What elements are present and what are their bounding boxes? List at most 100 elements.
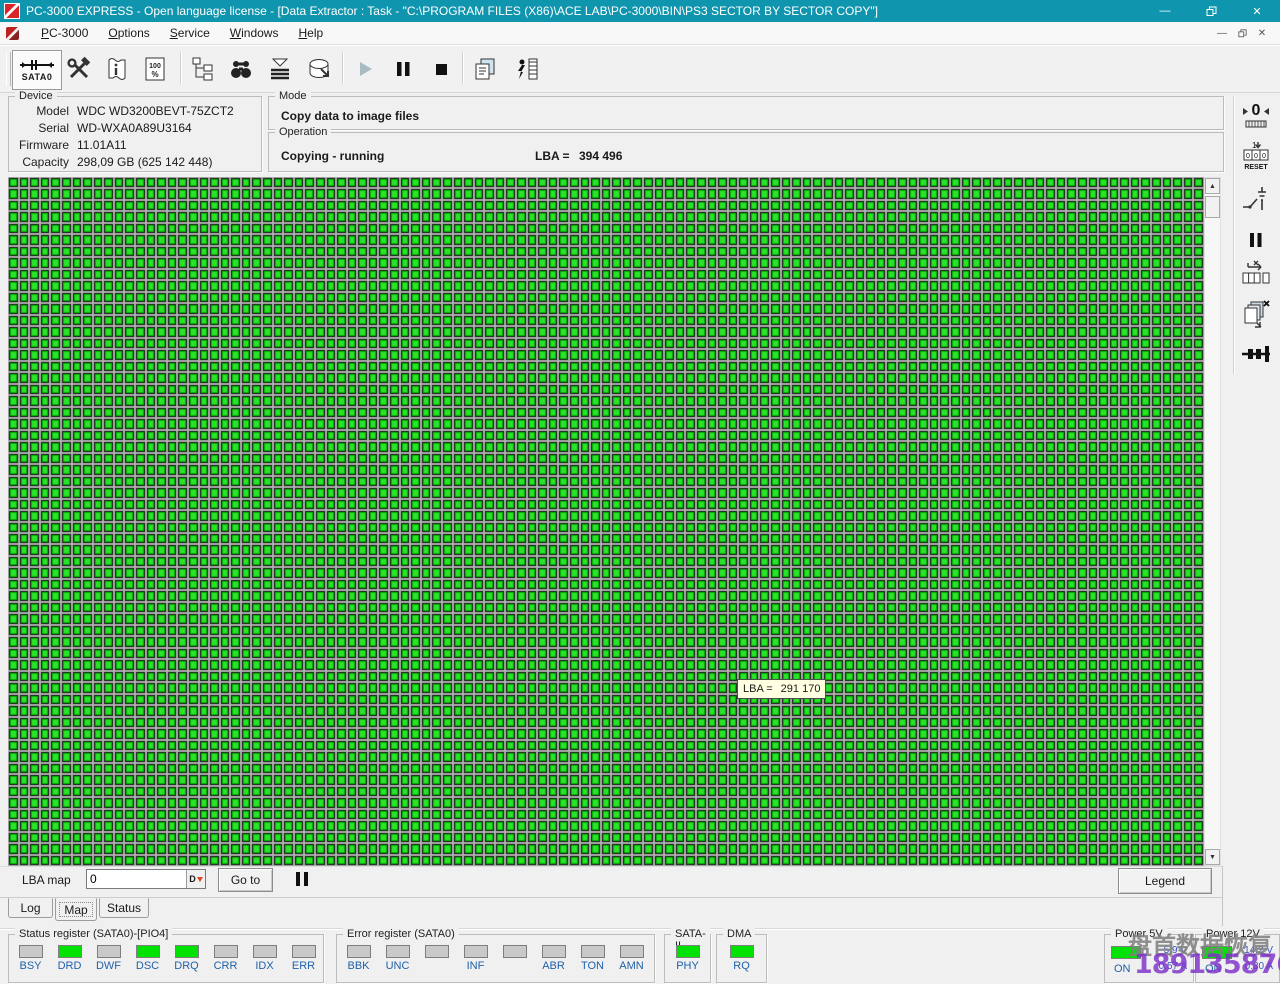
- tab-log[interactable]: Log: [8, 898, 53, 918]
- search-binoculars-icon: [231, 61, 251, 78]
- disk-image-icon: [309, 59, 329, 78]
- sata-leds: PHY: [665, 945, 710, 972]
- head-positioning-zero-button[interactable]: 0: [1240, 100, 1272, 132]
- led-label: UNC: [385, 960, 410, 972]
- sector-counter-button[interactable]: [1240, 258, 1272, 290]
- bus-terminator-icon: [1242, 346, 1270, 362]
- utilities-button[interactable]: [60, 50, 98, 88]
- svg-text:0: 0: [1252, 102, 1261, 119]
- led-cell-blank: [417, 945, 456, 972]
- mode-value: Copy data to image files: [281, 109, 420, 123]
- led-cell-crr: CRR: [206, 945, 245, 972]
- pause-button[interactable]: [384, 50, 422, 88]
- task-properties-button[interactable]: [98, 50, 136, 88]
- task-progress-button[interactable]: 100 %: [136, 50, 174, 88]
- device-firmware-value: 11.01A11: [77, 138, 127, 152]
- tab-map[interactable]: Map: [55, 898, 97, 921]
- menu-item-help[interactable]: Help: [288, 23, 333, 43]
- lba-history-dropdown-button[interactable]: D: [186, 870, 205, 888]
- goto-button[interactable]: Go to: [218, 868, 273, 892]
- mdi-restore-button[interactable]: [1232, 25, 1252, 41]
- sata-panel: SATA-II PHY: [664, 928, 711, 983]
- device-panel-title: Device: [15, 90, 57, 102]
- task-structure-button[interactable]: [184, 50, 222, 88]
- led-cell-dsc: DSC: [128, 945, 167, 972]
- menu-item-options[interactable]: Options: [98, 23, 159, 43]
- stop-icon: [436, 64, 447, 75]
- mode-panel-title: Mode: [275, 90, 311, 102]
- filter-button[interactable]: [261, 50, 299, 88]
- stop-button[interactable]: [422, 50, 460, 88]
- operation-lba-label: LBA =: [535, 149, 570, 163]
- led-label: BSY: [19, 960, 42, 972]
- error-register-title: Error register (SATA0): [343, 928, 459, 940]
- menu-item-service[interactable]: Service: [160, 23, 220, 43]
- led-abr: [541, 945, 566, 958]
- power-control-button[interactable]: [1240, 183, 1272, 215]
- copy-results-icon: [475, 58, 495, 80]
- mode-panel: Mode Copy data to image files: [268, 90, 1224, 130]
- led-cell-blank: [495, 945, 534, 972]
- error-register-leds: BBK UNC INF ABR TON AMN: [339, 945, 651, 972]
- tab-divider: [0, 897, 1222, 898]
- toolbar-grip[interactable]: [6, 52, 11, 86]
- device-model-row: Model WDC WD3200BEVT-75ZCT2: [9, 103, 261, 119]
- scroll-down-button[interactable]: ▼: [1205, 849, 1220, 865]
- mdi-close-button[interactable]: ✕: [1252, 25, 1272, 41]
- led-cell-idx: IDX: [245, 945, 284, 972]
- menu-bar: PC-3000 Options Service Windows Help — ✕: [0, 22, 1280, 45]
- minimize-button[interactable]: —: [1142, 0, 1188, 22]
- dma-leds: RQ: [717, 945, 766, 972]
- search-button[interactable]: [222, 50, 260, 88]
- led-label: IDX: [255, 960, 274, 972]
- lba-input-group: D: [86, 869, 206, 889]
- led-cell-rq: RQ: [729, 945, 754, 972]
- svg-text:%: %: [151, 70, 158, 79]
- utilities-icon: [67, 56, 91, 79]
- title-bar: PC-3000 EXPRESS - Open language license …: [0, 0, 1280, 22]
- task-structure-icon: [192, 57, 213, 81]
- led-blank: [424, 945, 449, 958]
- pause-copy-button[interactable]: [1240, 224, 1272, 256]
- restore-button[interactable]: [1188, 0, 1234, 22]
- led-label: RQ: [733, 960, 750, 972]
- scroll-thumb[interactable]: [1205, 196, 1220, 218]
- sata0-port-button[interactable]: SATA0: [12, 50, 62, 90]
- lba-sector-map[interactable]: [8, 177, 1204, 866]
- led-cell-err: ERR: [284, 945, 323, 972]
- start-button[interactable]: [346, 50, 384, 88]
- clear-copies-button[interactable]: [1240, 298, 1272, 330]
- menu-item-windows[interactable]: Windows: [220, 23, 289, 43]
- map-scrollbar[interactable]: ▲ ▼: [1204, 177, 1221, 866]
- power-control-icon: [1243, 187, 1266, 210]
- mdi-minimize-button[interactable]: —: [1212, 25, 1232, 41]
- operation-panel: Operation Copying - running LBA = 394 49…: [268, 126, 1224, 172]
- close-button[interactable]: ✕: [1234, 0, 1280, 22]
- reset-counter-button[interactable]: 1 0 0 0 RESET: [1240, 140, 1272, 172]
- task-progress-icon: 100 %: [145, 57, 165, 81]
- exit-button[interactable]: [508, 50, 546, 88]
- scroll-up-button[interactable]: ▲: [1205, 178, 1220, 194]
- bus-terminator-button[interactable]: [1240, 338, 1272, 370]
- filter-icon: [271, 58, 289, 80]
- led-label: AMN: [619, 960, 644, 972]
- status-register-panel: Status register (SATA0)-[PIO4] BSY DRD DWF…: [8, 928, 324, 983]
- legend-button[interactable]: Legend: [1118, 868, 1212, 894]
- tab-status[interactable]: Status: [99, 898, 149, 918]
- copy-results-button[interactable]: [466, 50, 504, 88]
- menu-item-pc-3000[interactable]: PC-3000: [31, 23, 98, 43]
- led-label: DSC: [135, 960, 160, 972]
- led-dwf: [96, 945, 121, 958]
- led-rq: [729, 945, 754, 958]
- dma-panel-title: DMA: [723, 928, 756, 940]
- lba-input[interactable]: [87, 870, 186, 888]
- led-cell-bbk: BBK: [339, 945, 378, 972]
- led-crr: [213, 945, 238, 958]
- task-properties-icon: [108, 58, 126, 80]
- window-title: PC-3000 EXPRESS - Open language license …: [26, 4, 878, 18]
- dropdown-d-glyph: D: [189, 874, 196, 884]
- disk-image-button[interactable]: [300, 50, 338, 88]
- device-serial-label: Serial: [38, 121, 69, 135]
- led-label: CRR: [213, 960, 238, 972]
- led-cell-dwf: DWF: [89, 945, 128, 972]
